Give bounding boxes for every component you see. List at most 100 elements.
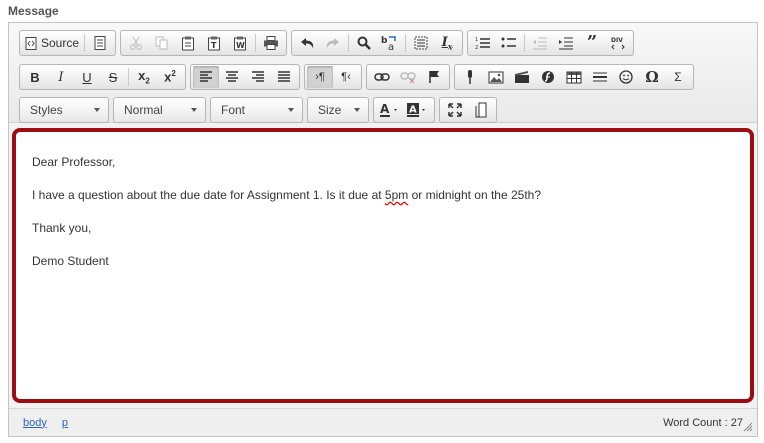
flash-icon: [542, 71, 554, 83]
underline-button[interactable]: U: [74, 66, 100, 88]
chevron-down-icon: [288, 108, 294, 112]
message-content[interactable]: Dear Professor, I have a question about …: [32, 154, 734, 286]
page-icon: [94, 36, 106, 50]
styles-dropdown[interactable]: Styles: [19, 97, 109, 123]
align-right-button[interactable]: [245, 66, 271, 88]
remove-format-button[interactable]: Ix: [434, 32, 460, 54]
font-value: Font: [221, 103, 246, 117]
ltr-button[interactable]: ›¶: [307, 66, 333, 88]
background-color-icon: A: [407, 103, 425, 117]
blockquote-button[interactable]: ”: [579, 32, 605, 54]
font-dropdown[interactable]: Font: [210, 97, 303, 123]
rtl-button[interactable]: ¶‹: [333, 66, 359, 88]
anchor-button[interactable]: [421, 66, 447, 88]
word-count: Word Count : 27: [663, 416, 743, 429]
paste-word-button[interactable]: W: [227, 32, 253, 54]
source-icon: [25, 36, 37, 50]
colors-group: A A: [373, 97, 435, 123]
chevron-down-icon: [354, 108, 360, 112]
horizontal-line-icon: [593, 72, 607, 82]
select-all-button[interactable]: [408, 32, 434, 54]
bg-color-button[interactable]: A: [404, 99, 432, 121]
printer-icon: [264, 36, 279, 50]
path-body-link[interactable]: body: [23, 417, 47, 429]
increase-indent-button[interactable]: [553, 32, 579, 54]
unlink-button[interactable]: [395, 66, 421, 88]
microphone-button[interactable]: [457, 66, 483, 88]
preview-button[interactable]: [87, 32, 113, 54]
outdent-icon: [533, 37, 548, 50]
align-center-button[interactable]: [219, 66, 245, 88]
superscript-button[interactable]: x2: [157, 66, 183, 88]
basic-styles-group: B I U S x2 x2: [19, 64, 186, 90]
bulleted-list-button[interactable]: [496, 32, 522, 54]
path-p-link[interactable]: p: [62, 417, 68, 429]
italic-button[interactable]: I: [48, 66, 74, 88]
flash-button[interactable]: [535, 66, 561, 88]
special-char-button[interactable]: Ω: [639, 66, 665, 88]
misspelled-word: 5pm: [384, 188, 409, 202]
image-icon: [488, 71, 504, 83]
message-body-area[interactable]: Dear Professor, I have a question about …: [12, 128, 754, 403]
table-button[interactable]: [561, 66, 587, 88]
justify-icon: [278, 71, 290, 82]
omega-icon: Ω: [645, 68, 659, 86]
thanks-line: Thank you,: [32, 221, 92, 235]
print-button[interactable]: [258, 32, 284, 54]
strikethrough-button[interactable]: S: [100, 66, 126, 88]
replace-button[interactable]: ba: [377, 32, 403, 54]
numbered-list-button[interactable]: 12: [470, 32, 496, 54]
image-button[interactable]: [483, 66, 509, 88]
size-dropdown[interactable]: Size: [307, 97, 369, 123]
cut-button[interactable]: [123, 32, 149, 54]
bold-button[interactable]: B: [22, 66, 48, 88]
media-button[interactable]: [509, 66, 535, 88]
replace-icon: ba: [381, 36, 396, 51]
rtl-icon: ¶‹: [341, 71, 351, 83]
unlink-icon: [400, 72, 416, 83]
italic-icon: I: [58, 69, 64, 85]
undo-button[interactable]: [294, 32, 320, 54]
svg-text:A: A: [409, 105, 417, 116]
copy-button[interactable]: [149, 32, 175, 54]
microphone-icon: [468, 70, 472, 84]
align-left-button[interactable]: [193, 66, 219, 88]
redo-button[interactable]: [320, 32, 346, 54]
link-button[interactable]: [369, 66, 395, 88]
paste-text-button[interactable]: T: [201, 32, 227, 54]
search-icon: [357, 36, 371, 50]
find-button[interactable]: [351, 32, 377, 54]
editor-toolbar: Source T W b a Ix 1 2 ” DIV B I U S x2 x…: [9, 23, 757, 123]
maximize-button[interactable]: [442, 99, 468, 121]
quote-icon: ”: [586, 32, 598, 53]
show-blocks-button[interactable]: [468, 99, 494, 121]
align-center-icon: [226, 71, 238, 82]
text-color-button[interactable]: A: [376, 99, 404, 121]
math-button[interactable]: Σ: [665, 66, 691, 88]
links-group: [366, 64, 450, 90]
text-color-icon: A: [380, 102, 397, 117]
paste-button[interactable]: [175, 32, 201, 54]
smiley-button[interactable]: [613, 66, 639, 88]
film-clapper-icon: [515, 71, 529, 83]
subscript-button[interactable]: x2: [131, 66, 157, 88]
svg-text:2: 2: [475, 45, 478, 50]
bulleted-list-icon: [501, 37, 517, 48]
justify-button[interactable]: [271, 66, 297, 88]
horizontal-line-button[interactable]: [587, 66, 613, 88]
ltr-icon: ›¶: [315, 71, 325, 83]
decrease-indent-button[interactable]: [527, 32, 553, 54]
create-div-button[interactable]: DIV: [605, 32, 631, 54]
div-icon: DIV: [611, 37, 625, 50]
svg-text:a: a: [388, 42, 394, 51]
resize-handle-icon[interactable]: [743, 422, 753, 432]
format-dropdown[interactable]: Normal: [113, 97, 206, 123]
source-button[interactable]: Source: [22, 32, 82, 54]
remove-format-icon: Ix: [441, 34, 453, 52]
chevron-down-icon: [94, 108, 100, 112]
size-value: Size: [318, 103, 342, 117]
element-path: body p: [23, 417, 80, 429]
underline-icon: U: [82, 69, 92, 85]
numbered-list-icon: 12: [475, 37, 491, 50]
align-right-icon: [252, 71, 264, 82]
